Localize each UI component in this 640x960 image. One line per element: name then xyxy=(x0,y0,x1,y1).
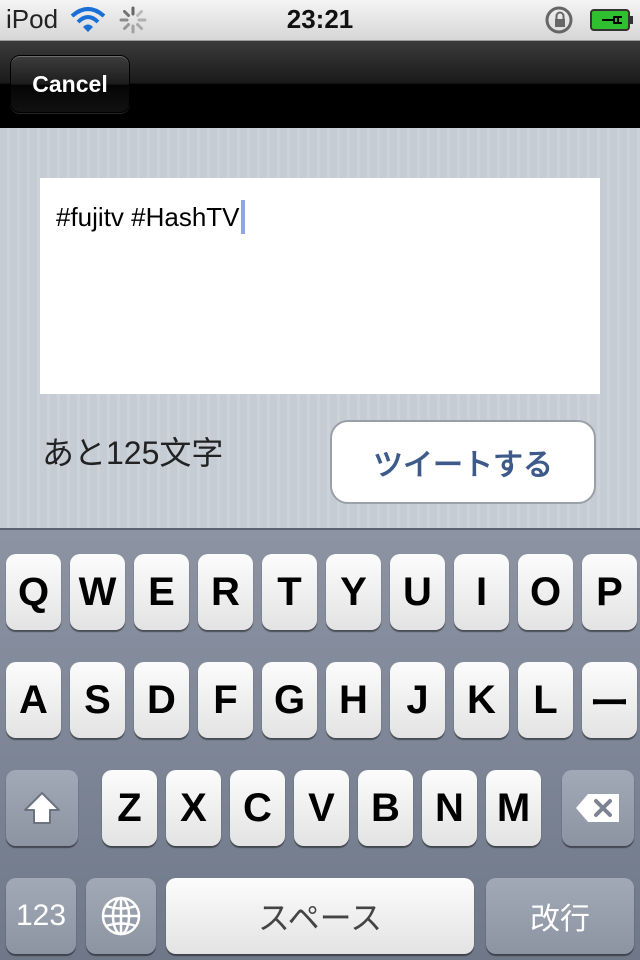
key-x[interactable]: X xyxy=(166,770,221,846)
key-p[interactable]: P xyxy=(582,554,637,630)
status-bar: iPod 23:21 xyxy=(0,0,640,41)
key-long-dash[interactable]: ー xyxy=(582,662,637,738)
key-s[interactable]: S xyxy=(70,662,125,738)
backspace-icon xyxy=(576,794,619,822)
key-a[interactable]: A xyxy=(6,662,61,738)
globe-icon xyxy=(101,896,141,936)
key-c[interactable]: C xyxy=(230,770,285,846)
key-g[interactable]: G xyxy=(262,662,317,738)
key-n[interactable]: N xyxy=(422,770,477,846)
key-u[interactable]: U xyxy=(390,554,445,630)
tweet-text-content: #fujitv #HashTV xyxy=(56,200,245,234)
tweet-text-field[interactable]: #fujitv #HashTV xyxy=(40,178,600,394)
key-q[interactable]: Q xyxy=(6,554,61,630)
shift-key[interactable] xyxy=(6,770,78,846)
key-d[interactable]: D xyxy=(134,662,189,738)
key-f[interactable]: F xyxy=(198,662,253,738)
tweet-button[interactable]: ツイートする xyxy=(330,420,596,504)
compose-area: #fujitv #HashTV あと125文字 ツイートする xyxy=(0,128,640,528)
key-z[interactable]: Z xyxy=(102,770,157,846)
key-i[interactable]: I xyxy=(454,554,509,630)
remaining-characters-label: あと125文字 xyxy=(42,435,224,471)
shift-icon xyxy=(24,792,60,824)
key-t[interactable]: T xyxy=(262,554,317,630)
key-o[interactable]: O xyxy=(518,554,573,630)
battery-charging-icon xyxy=(590,8,634,37)
key-m[interactable]: M xyxy=(486,770,541,846)
key-v[interactable]: V xyxy=(294,770,349,846)
language-key[interactable] xyxy=(86,878,156,954)
key-j[interactable]: J xyxy=(390,662,445,738)
key-h[interactable]: H xyxy=(326,662,381,738)
navigation-bar: Cancel xyxy=(0,41,640,128)
tweet-text: #fujitv #HashTV xyxy=(56,201,240,232)
rotation-lock-icon xyxy=(544,5,578,40)
return-key[interactable]: 改行 xyxy=(486,878,634,954)
key-b[interactable]: B xyxy=(358,770,413,846)
cancel-button[interactable]: Cancel xyxy=(10,55,130,113)
delete-key[interactable] xyxy=(562,770,634,846)
key-r[interactable]: R xyxy=(198,554,253,630)
key-e[interactable]: E xyxy=(134,554,189,630)
text-caret xyxy=(240,200,245,234)
key-l[interactable]: L xyxy=(518,662,573,738)
space-key[interactable]: スペース xyxy=(166,878,474,954)
numbers-key[interactable]: 123 xyxy=(6,878,76,954)
keyboard: Q W E R T Y U I O P A S D F G H J K L ー … xyxy=(0,528,640,960)
key-y[interactable]: Y xyxy=(326,554,381,630)
key-k[interactable]: K xyxy=(454,662,509,738)
key-w[interactable]: W xyxy=(70,554,125,630)
